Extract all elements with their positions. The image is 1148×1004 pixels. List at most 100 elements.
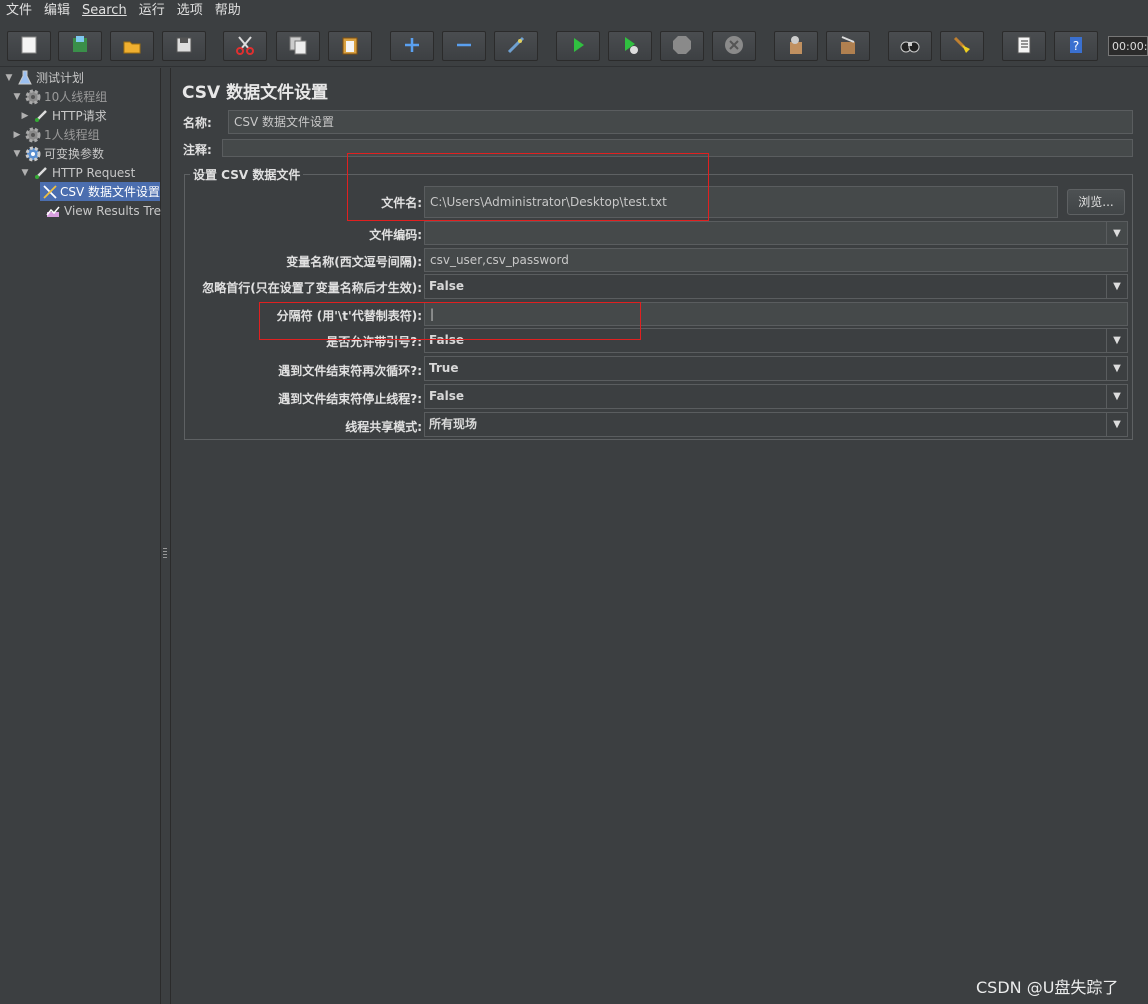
- group-title: 设置 CSV 数据文件: [190, 166, 304, 183]
- browse-button[interactable]: 浏览...: [1067, 189, 1125, 215]
- tree-item-test-plan[interactable]: ▼ 测试计划: [4, 68, 84, 87]
- menu-bar: 文件 编辑 Search 运行 选项 帮助: [0, 0, 1148, 22]
- templates-icon: [69, 34, 91, 59]
- expanded-arrow-icon[interactable]: ▼: [20, 168, 30, 178]
- elapsed-timer: 00:00:0: [1108, 36, 1148, 56]
- shutdown-icon: [723, 34, 745, 59]
- watermark: CSDN @U盘失踪了: [976, 978, 1119, 997]
- collapse-icon: [453, 34, 475, 59]
- dropdown-arrow-icon[interactable]: ▼: [1106, 357, 1127, 380]
- pipette-icon: [32, 107, 50, 125]
- cut-icon: [234, 34, 256, 59]
- encoding-combo[interactable]: ▼: [424, 221, 1128, 245]
- start-button[interactable]: [556, 31, 600, 61]
- menu-edit[interactable]: 编辑: [38, 0, 76, 22]
- function-helper-icon: [1013, 34, 1035, 59]
- dropdown-arrow-icon[interactable]: ▼: [1106, 222, 1127, 245]
- reset-search-button[interactable]: [940, 31, 984, 61]
- tree-item-thread-group-10[interactable]: ▼ 10人线程组: [12, 87, 107, 106]
- tree-item-label: 可变换参数: [44, 147, 105, 161]
- dropdown-arrow-icon[interactable]: ▼: [1106, 329, 1127, 352]
- search-button[interactable]: [888, 31, 932, 61]
- expanded-arrow-icon[interactable]: ▼: [12, 149, 22, 159]
- stop-button[interactable]: [660, 31, 704, 61]
- menu-run[interactable]: 运行: [133, 0, 171, 22]
- ignore-first-combo[interactable]: False ▼: [424, 274, 1128, 299]
- tree-item-label: HTTP请求: [52, 109, 107, 123]
- ignore-first-label: 忽略首行(只在设置了变量名称后才生效):: [202, 281, 422, 295]
- sharing-mode-label: 线程共享模式:: [345, 420, 422, 434]
- dropdown-arrow-icon[interactable]: ▼: [1106, 385, 1127, 408]
- pipette-icon: [32, 164, 50, 182]
- svg-text:?: ?: [1073, 39, 1079, 53]
- tree-item-label: HTTP Request: [52, 165, 136, 180]
- varnames-label: 变量名称(西文逗号间隔):: [286, 255, 422, 269]
- splitter-grip-icon[interactable]: [163, 548, 167, 560]
- tree-item-http-request-cn[interactable]: ▶ HTTP请求: [20, 106, 107, 125]
- start-no-pause-button[interactable]: [608, 31, 652, 61]
- copy-icon: [287, 34, 309, 59]
- gear-icon: [24, 126, 42, 144]
- recycle-combo[interactable]: True ▼: [424, 356, 1128, 381]
- tree-item-label: 10人线程组: [44, 90, 108, 104]
- templates-button[interactable]: [58, 31, 102, 61]
- sharing-mode-combo[interactable]: 所有现场 ▼: [424, 412, 1128, 437]
- stop-thread-value: False: [429, 389, 464, 403]
- menu-options[interactable]: 选项: [171, 0, 209, 22]
- paste-icon: [339, 34, 361, 59]
- clear-all-icon: [837, 34, 859, 59]
- tree-item-variable-params[interactable]: ▼ 可变换参数: [12, 144, 104, 163]
- paste-button[interactable]: [328, 31, 372, 61]
- save-button[interactable]: [162, 31, 206, 61]
- gear-icon: [24, 88, 42, 106]
- collapse-button[interactable]: [442, 31, 486, 61]
- dropdown-arrow-icon[interactable]: ▼: [1106, 275, 1127, 298]
- name-field[interactable]: CSV 数据文件设置: [228, 110, 1133, 134]
- clear-all-button[interactable]: [826, 31, 870, 61]
- expand-button[interactable]: [390, 31, 434, 61]
- menu-file[interactable]: 文件: [0, 0, 38, 22]
- clear-button[interactable]: [774, 31, 818, 61]
- stop-thread-combo[interactable]: False ▼: [424, 384, 1128, 409]
- gear-icon: [24, 145, 42, 163]
- tree-item-thread-group-1[interactable]: ▶ 1人线程组: [12, 125, 100, 144]
- search-icon: [899, 34, 921, 59]
- toolbar: ? 00:00:0: [0, 24, 1148, 67]
- sharing-mode-value: 所有现场: [429, 417, 478, 431]
- menu-search[interactable]: Search: [76, 0, 133, 22]
- annotation-box-delimiter: [259, 302, 641, 340]
- encoding-label: 文件编码:: [369, 228, 422, 242]
- dropdown-arrow-icon[interactable]: ▼: [1106, 413, 1127, 436]
- tree-item-http-request[interactable]: ▼ HTTP Request: [20, 163, 136, 182]
- tree-item-label: CSV 数据文件设置: [60, 185, 161, 199]
- tree-item-view-results-tree[interactable]: View Results Tre: [42, 201, 161, 220]
- clear-icon: [785, 34, 807, 59]
- expand-icon: [401, 34, 423, 59]
- scissors-config-icon: [42, 183, 58, 201]
- name-label: 名称:: [183, 116, 212, 130]
- stop-thread-label: 遇到文件结束符停止线程?:: [278, 392, 422, 406]
- tree-item-label: View Results Tre: [64, 203, 162, 218]
- copy-button[interactable]: [276, 31, 320, 61]
- shutdown-button[interactable]: [712, 31, 756, 61]
- menu-help[interactable]: 帮助: [209, 0, 247, 22]
- cut-button[interactable]: [223, 31, 267, 61]
- comment-label: 注释:: [183, 143, 212, 157]
- expanded-arrow-icon[interactable]: ▼: [4, 73, 14, 83]
- recycle-value: True: [429, 361, 459, 375]
- open-button[interactable]: [110, 31, 154, 61]
- expanded-arrow-icon[interactable]: ▼: [12, 92, 22, 102]
- function-helper-button[interactable]: [1002, 31, 1046, 61]
- new-button[interactable]: [7, 31, 51, 61]
- help-icon: ?: [1065, 34, 1087, 59]
- toggle-button[interactable]: [494, 31, 538, 61]
- collapsed-arrow-icon[interactable]: ▶: [20, 111, 30, 121]
- tree-item-label: 1人线程组: [44, 128, 100, 142]
- panel-splitter[interactable]: [161, 68, 171, 1004]
- varnames-field[interactable]: csv_user,csv_password: [424, 248, 1128, 272]
- start-icon: [567, 34, 589, 59]
- help-button[interactable]: ?: [1054, 31, 1098, 61]
- annotation-box-filename: [347, 153, 709, 221]
- tree-item-csv-data-set[interactable]: CSV 数据文件设置: [40, 182, 160, 201]
- collapsed-arrow-icon[interactable]: ▶: [12, 130, 22, 140]
